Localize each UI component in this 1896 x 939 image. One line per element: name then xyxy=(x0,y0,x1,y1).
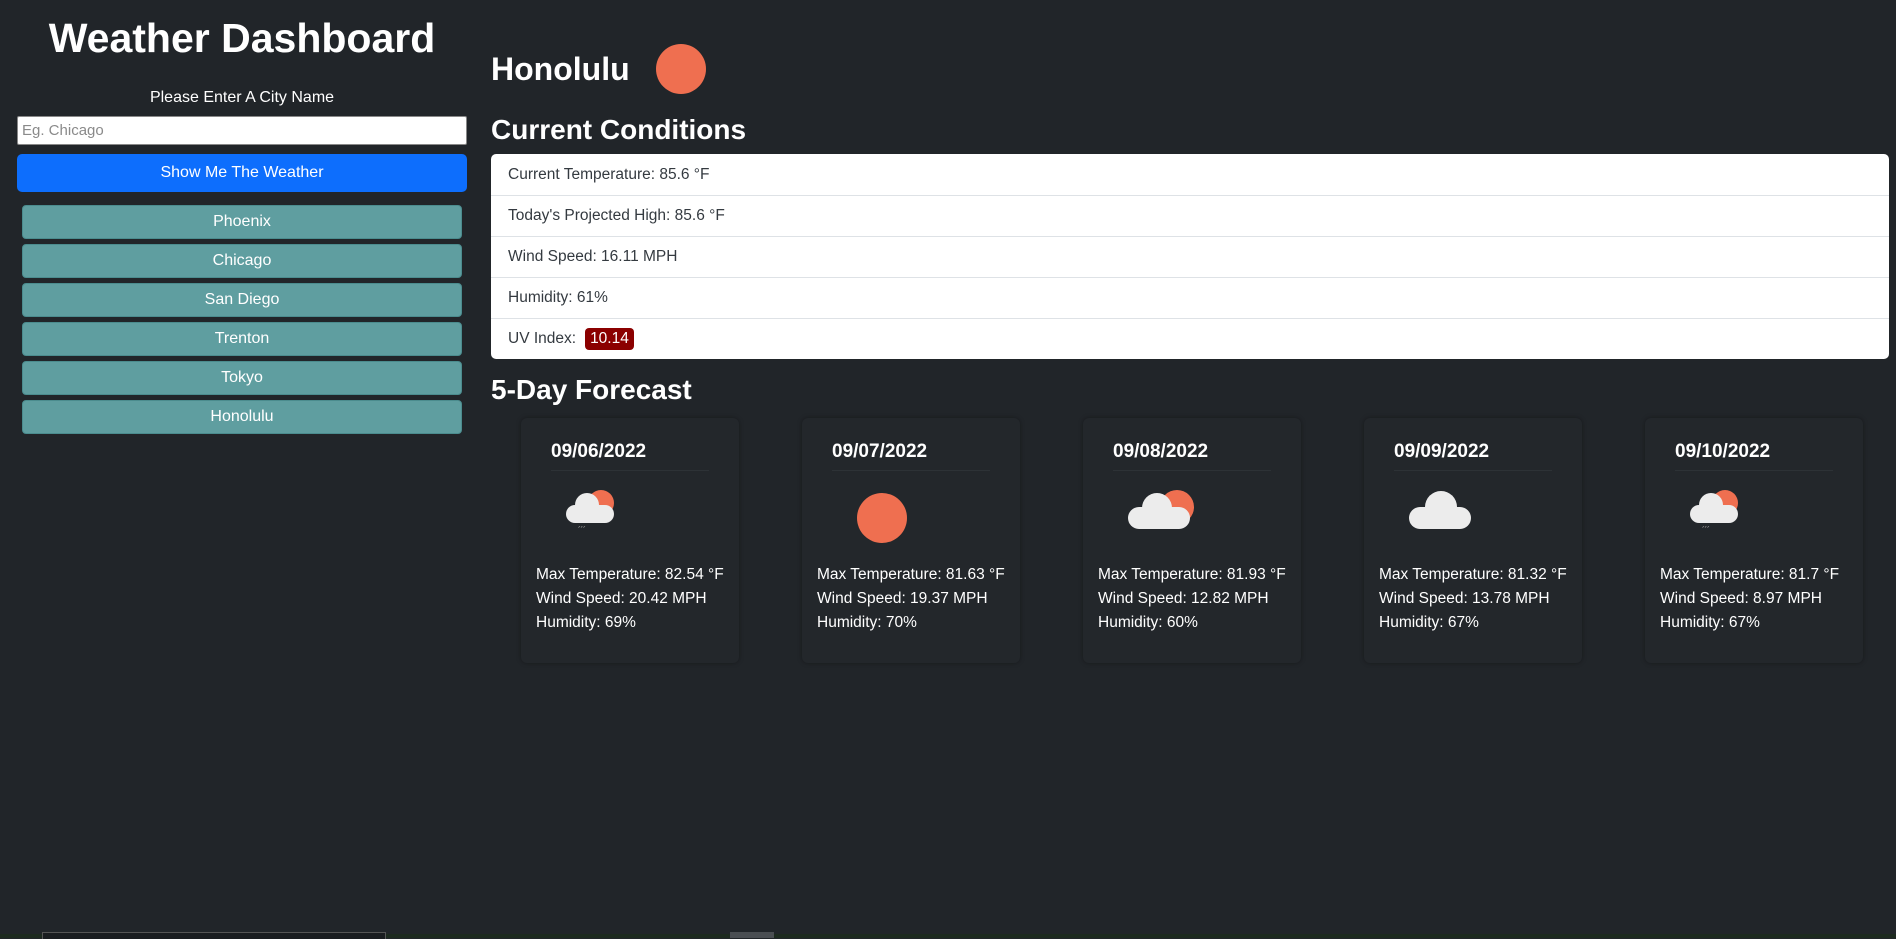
forecast-humidity: Humidity: 60% xyxy=(1098,614,1198,631)
city-header: Honolulu xyxy=(491,38,706,100)
forecast-card: 09/08/2022 Max Temperature: 81.93 °F Win… xyxy=(1083,418,1301,663)
forecast-max-temp: Max Temperature: 82.54 °F xyxy=(536,566,724,583)
rain-cloud-sun-icon: ′′′ xyxy=(1690,483,1760,553)
forecast-card: 09/10/2022 ′′′ Max Temperature: 81.7 °F … xyxy=(1645,418,1863,663)
current-conditions-title: Current Conditions xyxy=(491,114,747,145)
forecast-card: 09/09/2022 Max Temperature: 81.32 °F Win… xyxy=(1364,418,1582,663)
forecast-wind: Wind Speed: 19.37 MPH xyxy=(817,590,988,607)
humidity: Humidity: 61% xyxy=(491,277,1889,318)
rain-cloud-sun-icon: ′′′ xyxy=(566,483,636,553)
forecast-wind: Wind Speed: 12.82 MPH xyxy=(1098,590,1269,607)
forecast-date: 09/08/2022 xyxy=(1113,418,1271,471)
cloud-icon xyxy=(1409,483,1479,553)
history-city-button[interactable]: Phoenix xyxy=(22,205,462,239)
forecast-max-temp: Max Temperature: 81.7 °F xyxy=(1660,566,1840,583)
search-prompt: Please Enter A City Name xyxy=(149,89,335,106)
forecast-humidity: Humidity: 69% xyxy=(536,614,636,631)
forecast-date: 09/10/2022 xyxy=(1675,418,1833,471)
history-city-button[interactable]: Trenton xyxy=(22,322,462,356)
forecast-humidity: Humidity: 67% xyxy=(1379,614,1479,631)
sun-icon xyxy=(655,44,706,94)
app-title: Weather Dashboard xyxy=(48,15,436,61)
history-city-button[interactable]: Tokyo xyxy=(22,361,462,395)
projected-high: Today's Projected High: 85.6 °F xyxy=(491,195,1889,236)
forecast-cards: 09/06/2022 ′′′ Max Temperature: 82.54 °F… xyxy=(521,418,1863,663)
forecast-card: 09/07/2022 Max Temperature: 81.63 °F Win… xyxy=(802,418,1020,663)
forecast-wind: Wind Speed: 20.42 MPH xyxy=(536,590,707,607)
search-history: Phoenix Chicago San Diego Trenton Tokyo … xyxy=(17,205,467,434)
history-city-button[interactable]: Honolulu xyxy=(22,400,462,434)
uv-index-badge: 10.14 xyxy=(585,328,634,350)
city-search-input[interactable] xyxy=(17,116,467,145)
forecast-wind: Wind Speed: 13.78 MPH xyxy=(1379,590,1550,607)
forecast-max-temp: Max Temperature: 81.63 °F xyxy=(817,566,1005,583)
uv-index-label: UV Index: xyxy=(508,330,577,347)
show-weather-button[interactable]: Show Me The Weather xyxy=(17,154,467,192)
forecast-humidity: Humidity: 67% xyxy=(1660,614,1760,631)
city-name: Honolulu xyxy=(491,51,630,87)
forecast-title: 5-Day Forecast xyxy=(491,374,692,405)
sun-icon xyxy=(847,483,917,553)
cloud-sun-icon xyxy=(1128,483,1198,553)
forecast-max-temp: Max Temperature: 81.93 °F xyxy=(1098,566,1286,583)
forecast-date: 09/06/2022 xyxy=(551,418,709,471)
sidebar: Weather Dashboard Please Enter A City Na… xyxy=(17,0,467,439)
current-temperature: Current Temperature: 85.6 °F xyxy=(508,165,710,183)
forecast-wind: Wind Speed: 8.97 MPH xyxy=(1660,590,1822,607)
scrollbar-thumb[interactable] xyxy=(730,932,774,938)
forecast-humidity: Humidity: 70% xyxy=(817,614,917,631)
wind-speed: Wind Speed: 16.11 MPH xyxy=(491,236,1889,277)
current-conditions-list: Current Temperature: 85.6 °F Today's Pro… xyxy=(491,154,1889,359)
forecast-date: 09/07/2022 xyxy=(832,418,990,471)
forecast-card: 09/06/2022 ′′′ Max Temperature: 82.54 °F… xyxy=(521,418,739,663)
forecast-date: 09/09/2022 xyxy=(1394,418,1552,471)
history-city-button[interactable]: San Diego xyxy=(22,283,462,317)
forecast-max-temp: Max Temperature: 81.32 °F xyxy=(1379,566,1567,583)
history-city-button[interactable]: Chicago xyxy=(22,244,462,278)
uv-index: UV Index: 10.14 xyxy=(491,318,1889,359)
